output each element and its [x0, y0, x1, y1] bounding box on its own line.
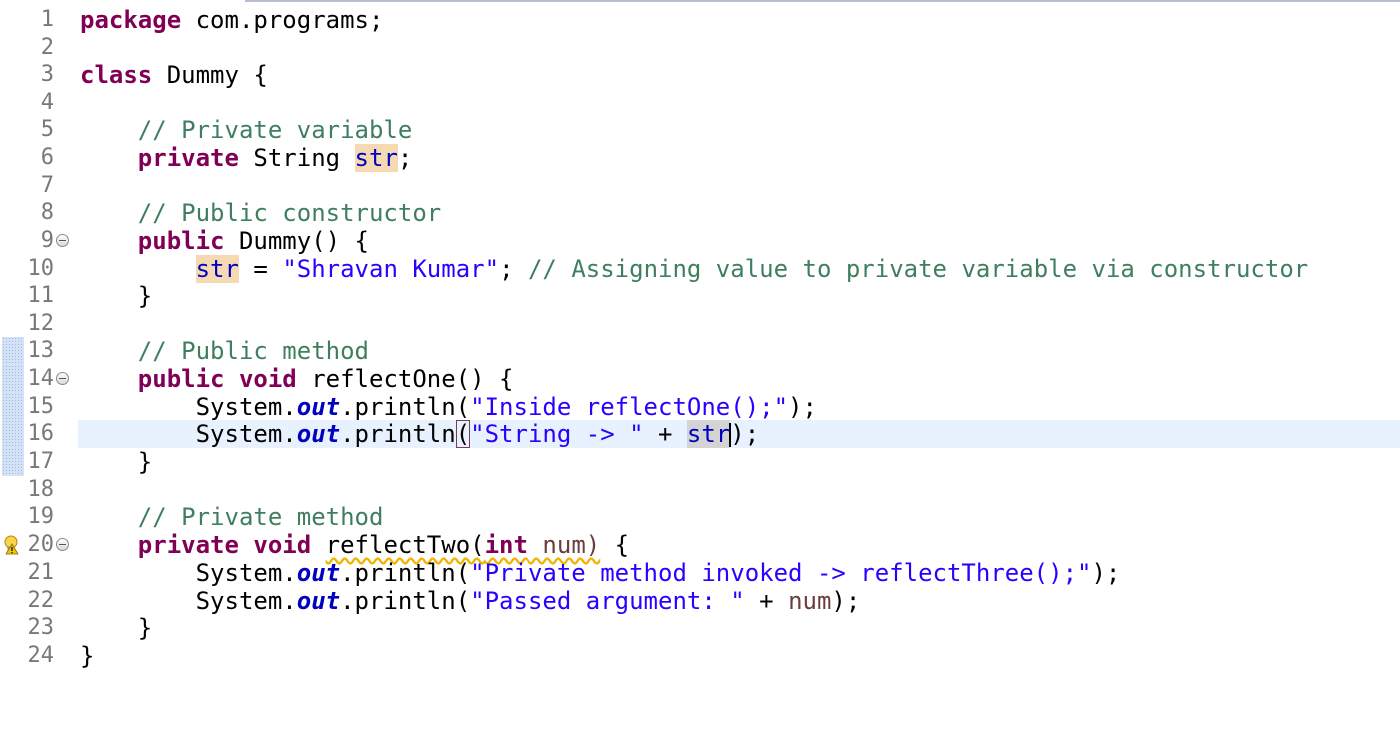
collapse-circle-icon[interactable] [56, 538, 69, 551]
line-number: 4 [40, 90, 54, 115]
code-editor[interactable]: 1 package com.programs; 2 3 class Dummy … [0, 0, 1400, 732]
code-line[interactable]: 12 [0, 310, 1400, 338]
line-number: 16 [27, 421, 55, 446]
occurrence-highlight: str [354, 144, 398, 172]
code-line[interactable]: 2 [0, 34, 1400, 62]
code-text[interactable]: System.out.println("String -> " + str); [80, 420, 759, 448]
collapse-circle-icon[interactable] [56, 372, 69, 385]
line-number: 8 [40, 200, 54, 225]
line-number: 5 [40, 117, 54, 142]
line-number: 22 [27, 588, 55, 613]
line-number: 21 [27, 560, 55, 585]
code-line[interactable]: 1 package com.programs; [0, 6, 1400, 34]
code-line[interactable]: 6 private String str; [0, 144, 1400, 172]
line-number: 17 [27, 449, 55, 474]
code-line[interactable]: 10 str = "Shravan Kumar"; // Assigning v… [0, 255, 1400, 283]
code-line[interactable]: 7 [0, 172, 1400, 200]
line-number: 18 [27, 477, 55, 502]
code-text[interactable]: System.out.println("Passed argument: " +… [80, 587, 861, 615]
code-line[interactable]: 24 } [0, 642, 1400, 670]
line-number: 12 [27, 311, 55, 336]
occurrence-highlight: str [195, 255, 239, 283]
code-line[interactable]: 20 private void reflectTwo(int num) { [0, 531, 1400, 559]
line-number: 2 [40, 35, 54, 60]
code-text[interactable]: } [80, 642, 94, 670]
code-text[interactable]: public void reflectOne() { [80, 365, 514, 393]
code-text[interactable]: class Dummy { [80, 61, 268, 89]
code-line[interactable]: 4 [0, 89, 1400, 117]
code-text[interactable]: System.out.println("Inside reflectOne();… [80, 393, 817, 421]
code-line[interactable]: 8 // Public constructor [0, 199, 1400, 227]
editor-top-border [245, 0, 1400, 2]
code-line[interactable]: 13 // Public method [0, 337, 1400, 365]
code-line[interactable]: 3 class Dummy { [0, 61, 1400, 89]
code-text[interactable]: public Dummy() { [80, 227, 369, 255]
code-line[interactable]: 23 } [0, 614, 1400, 642]
code-line[interactable]: 21 System.out.println("Private method in… [0, 559, 1400, 587]
code-text[interactable]: // Public constructor [80, 199, 441, 227]
line-number: 11 [27, 283, 55, 308]
line-number: 24 [27, 643, 55, 668]
code-line[interactable]: 14 public void reflectOne() { [0, 365, 1400, 393]
current-code-line[interactable]: 16 System.out.println("String -> " + str… [0, 420, 1400, 448]
code-line[interactable]: 15 System.out.println("Inside reflectOne… [0, 393, 1400, 421]
code-line[interactable]: 11 } [0, 282, 1400, 310]
code-text[interactable]: } [80, 282, 152, 310]
code-text[interactable]: } [80, 448, 152, 476]
line-number: 9 [40, 228, 54, 253]
line-number: 20 [27, 532, 55, 557]
occurrence-highlight: str [686, 420, 731, 448]
code-text[interactable]: // Private variable [80, 116, 413, 144]
code-text[interactable]: private String str; [80, 144, 412, 172]
line-number: 3 [40, 62, 54, 87]
line-number: 19 [27, 504, 55, 529]
code-text[interactable]: package com.programs; [80, 6, 383, 34]
line-number: 6 [40, 145, 54, 170]
line-number: 10 [27, 256, 55, 281]
line-number: 14 [27, 366, 55, 391]
matching-bracket: ( [455, 420, 471, 448]
code-line[interactable]: 18 [0, 476, 1400, 504]
code-text[interactable]: // Private method [80, 503, 384, 531]
code-text[interactable]: } [80, 614, 152, 642]
code-line[interactable]: 19 // Private method [0, 503, 1400, 531]
code-text[interactable]: // Public method [80, 337, 369, 365]
code-line[interactable]: 22 System.out.println("Passed argument: … [0, 587, 1400, 615]
code-line[interactable]: 9 public Dummy() { [0, 227, 1400, 255]
code-line[interactable]: 17 } [0, 448, 1400, 476]
code-text[interactable]: private void reflectTwo(int num) { [80, 531, 629, 559]
code-text[interactable]: System.out.println("Private method invok… [80, 559, 1121, 587]
line-number: 1 [40, 7, 54, 32]
warning-underline: reflectTwo(int num) [325, 531, 601, 559]
code-line[interactable]: 5 // Private variable [0, 116, 1400, 144]
line-number: 15 [27, 394, 55, 419]
line-number: 7 [40, 173, 54, 198]
line-number: 23 [27, 615, 55, 640]
line-number: 13 [27, 338, 55, 363]
code-text[interactable]: str = "Shravan Kumar"; // Assigning valu… [80, 255, 1308, 283]
collapse-circle-icon[interactable] [56, 234, 69, 247]
